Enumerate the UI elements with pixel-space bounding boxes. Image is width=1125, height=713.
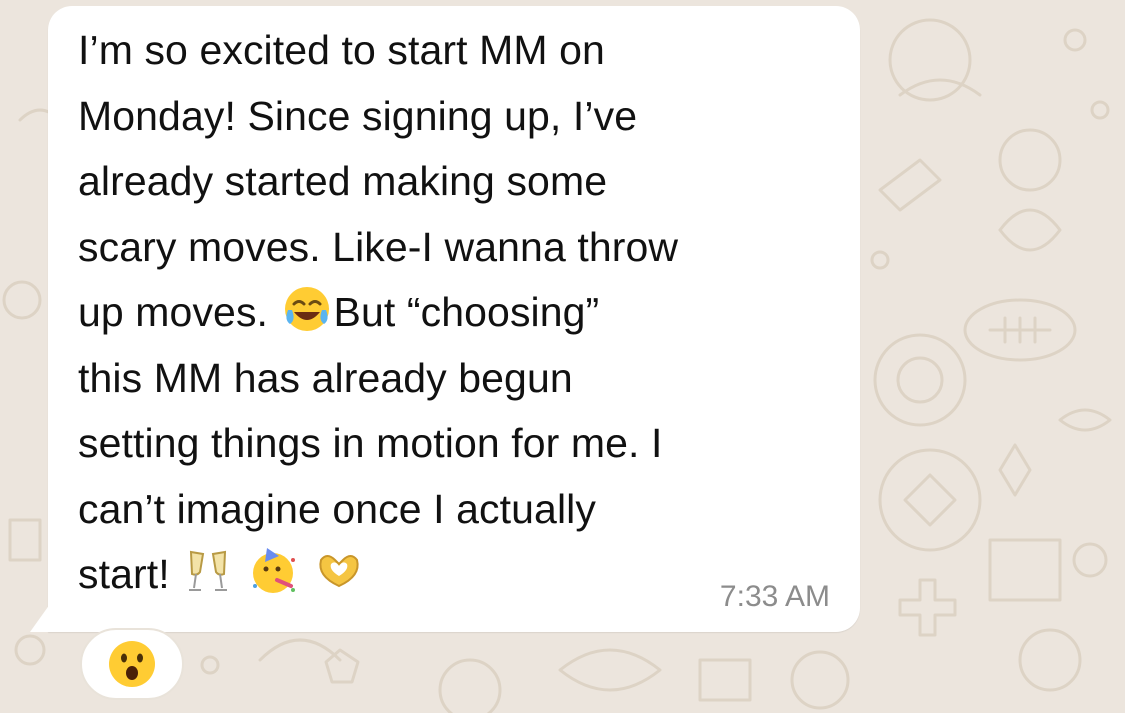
message-timestamp: 7:33 AM	[719, 580, 830, 613]
message-line-segment: But “choosing”	[333, 289, 600, 335]
face-with-tears-of-joy-icon	[284, 287, 329, 331]
bubble-tail	[30, 604, 50, 632]
message-line-segment: start!	[78, 551, 170, 597]
message-line-segment: up moves.	[78, 289, 269, 335]
face-with-open-mouth-icon	[109, 641, 155, 687]
message-line: this MM has already begun	[78, 354, 573, 401]
message-bubble[interactable]: I’m so excited to start MM on Monday! Si…	[48, 6, 860, 632]
clinking-glasses-icon	[189, 550, 228, 591]
reaction-pill[interactable]	[80, 628, 184, 700]
message-text: I’m so excited to start MM on Monday! Si…	[78, 18, 838, 608]
message-line: can’t imagine once I actually	[78, 485, 596, 532]
message-line-with-emoji: up moves. But “choosing”	[78, 280, 838, 346]
message-line: Monday! Since signing up, I’ve	[78, 92, 638, 139]
message-line: setting things in motion for me. I	[78, 420, 663, 466]
message-line: I’m so excited to start MM on	[78, 27, 605, 73]
message-line: scary moves. Like-I wanna throw	[78, 223, 679, 270]
heart-hands-icon	[319, 555, 359, 588]
message-line: already started making some	[78, 158, 608, 204]
partying-face-icon	[252, 548, 295, 593]
